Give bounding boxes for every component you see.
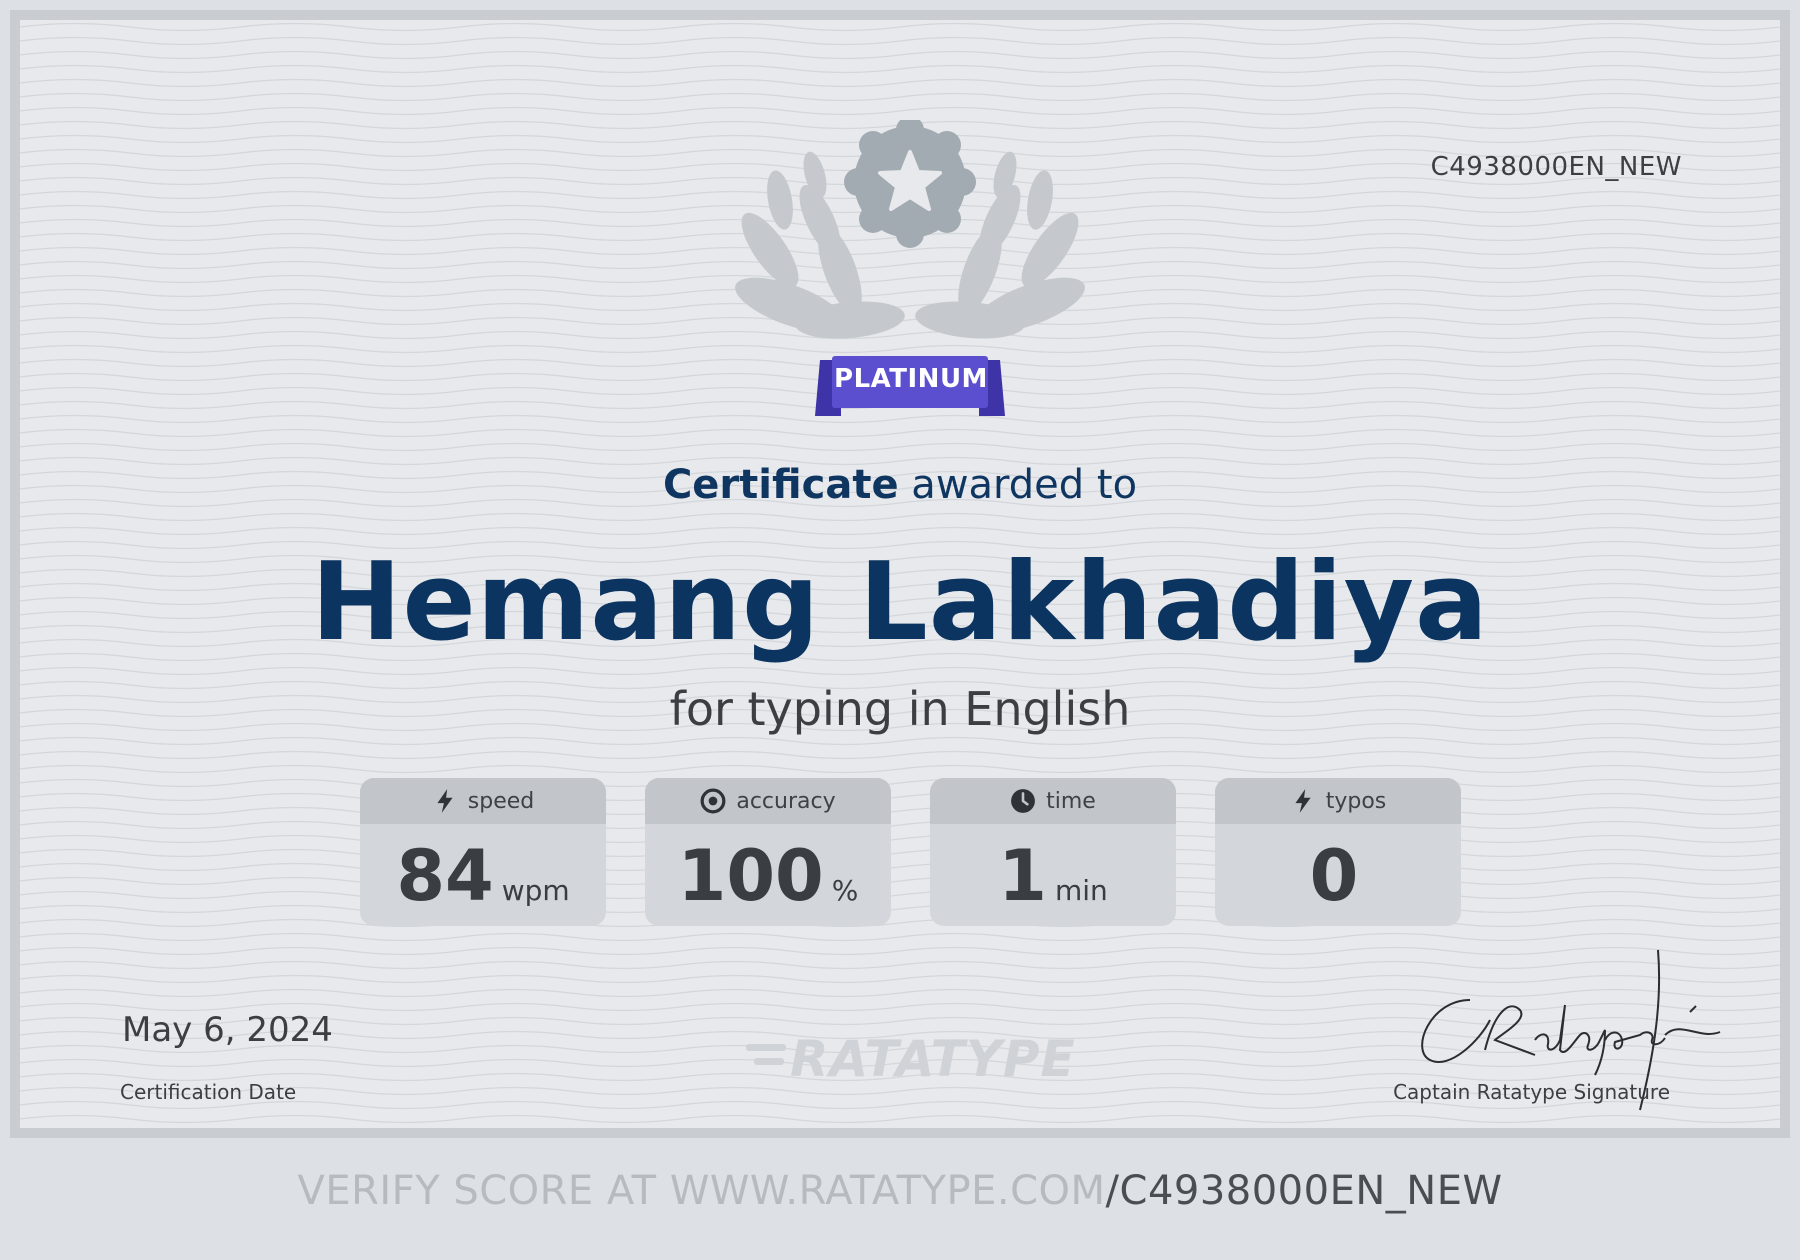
verify-footer: VERIFY SCORE AT WWW.RATATYPE.COM/C493800… (0, 1168, 1800, 1214)
lightning-icon (1295, 789, 1311, 813)
clock-icon (1011, 789, 1036, 813)
stat-unit: % (831, 874, 859, 907)
stat-label: typos (1325, 788, 1387, 814)
stat-card-time: time 1 min (930, 778, 1176, 926)
stat-header: accuracy (645, 778, 891, 824)
stat-header: typos (1215, 778, 1461, 824)
stat-unit: wpm (501, 874, 570, 907)
stat-header: speed (360, 778, 606, 824)
certification-date: May 6, 2024 (122, 1010, 333, 1050)
certificate-subtitle: for typing in English (669, 682, 1131, 736)
stat-value: 0 (1309, 835, 1359, 917)
stat-label: accuracy (736, 788, 836, 814)
stat-card-accuracy: accuracy 100 % (645, 778, 891, 926)
stat-card-speed: speed 84 wpm (360, 778, 606, 926)
stat-value: 1 (998, 835, 1047, 917)
certificate-word: Certificate (662, 462, 899, 508)
stat-header: time (930, 778, 1176, 824)
recipient-name: Hemang Lakhadiya (311, 540, 1489, 665)
certificate-code: C4938000EN_NEW (1430, 152, 1682, 182)
ratatype-logo: RATATYPE (790, 1030, 1076, 1088)
stat-value: 84 (396, 835, 494, 917)
badge-label: PLATINUM (834, 364, 988, 394)
verify-code-link[interactable]: /C4938000EN_NEW (1106, 1168, 1503, 1214)
certification-date-label: Certification Date (120, 1080, 297, 1104)
certificate: C4938000EN_NEW PLATINUM Certificate awar… (10, 10, 1790, 1138)
lightning-icon (437, 789, 453, 813)
awarded-heading: Certificate awarded to (20, 462, 1780, 508)
verify-prefix: VERIFY SCORE AT WWW.RATATYPE.COM (297, 1168, 1106, 1214)
stat-card-typos: typos 0 (1215, 778, 1461, 926)
stat-unit: min (1054, 874, 1108, 907)
stat-label: speed (467, 788, 535, 814)
awarded-to-text: awarded to (898, 462, 1138, 508)
stat-value: 100 (677, 835, 824, 917)
target-icon (700, 788, 726, 814)
signature-label: Captain Ratatype Signature (1393, 1080, 1670, 1104)
stat-label: time (1046, 788, 1096, 814)
